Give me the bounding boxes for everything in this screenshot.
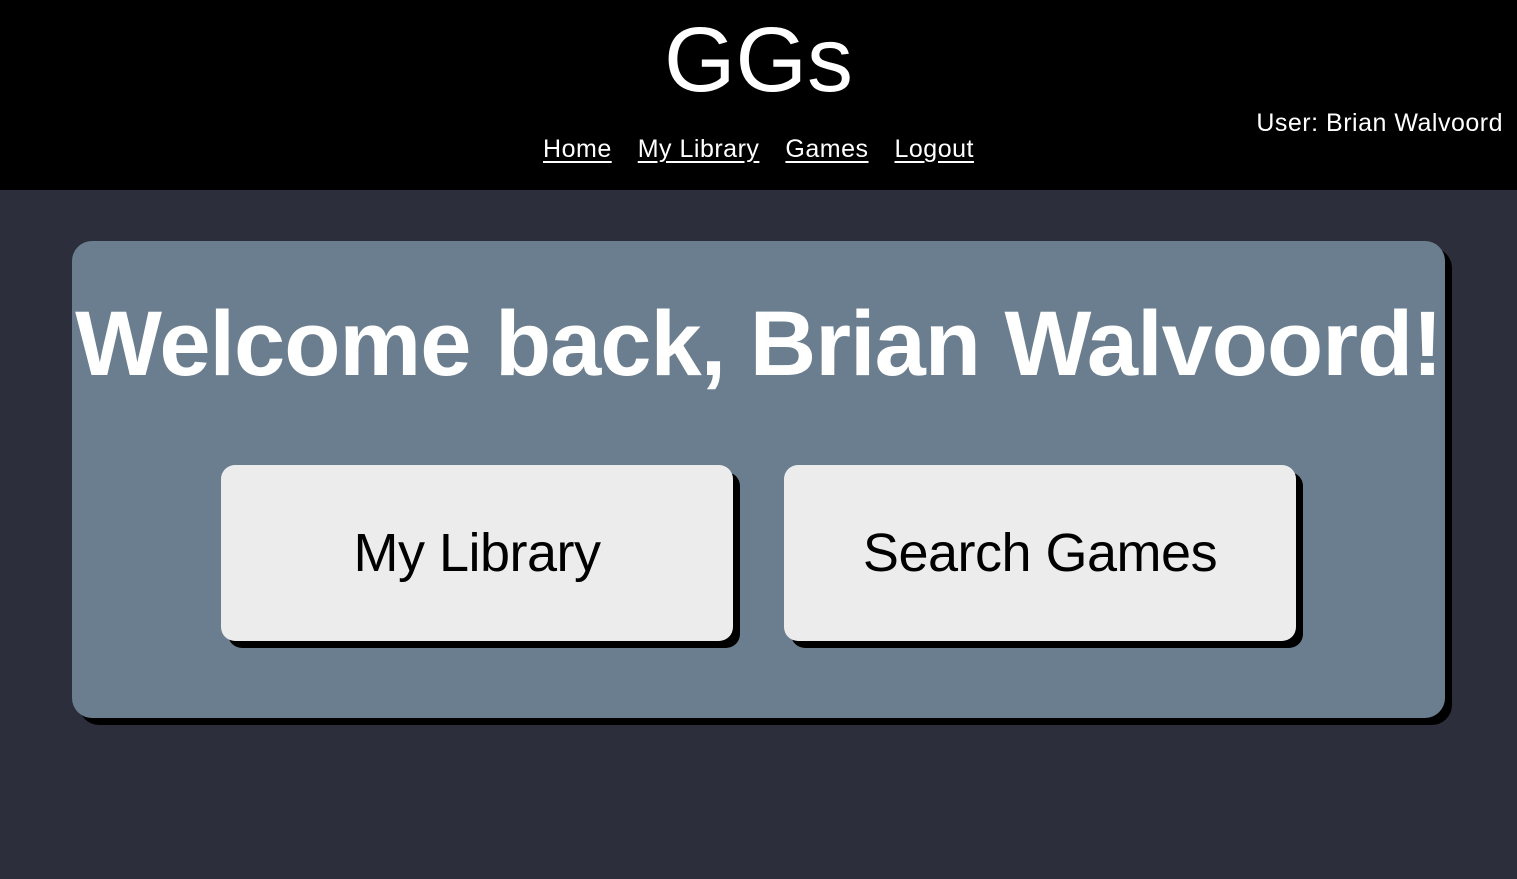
current-user-label: User: Brian Walvoord bbox=[1256, 109, 1503, 137]
nav-link-my-library[interactable]: My Library bbox=[638, 134, 760, 164]
nav-link-logout[interactable]: Logout bbox=[895, 134, 974, 164]
welcome-card: Welcome back, Brian Walvoord! My Library… bbox=[72, 241, 1445, 718]
my-library-button[interactable]: My Library bbox=[221, 465, 733, 641]
nav-link-games[interactable]: Games bbox=[785, 134, 868, 164]
site-title: GGs bbox=[663, 9, 854, 111]
search-games-button[interactable]: Search Games bbox=[784, 465, 1296, 641]
main-nav: Home My Library Games Logout bbox=[0, 134, 1517, 164]
welcome-heading: Welcome back, Brian Walvoord! bbox=[75, 293, 1443, 395]
site-header: GGs Home My Library Games Logout User: B… bbox=[0, 0, 1517, 190]
nav-link-home[interactable]: Home bbox=[543, 134, 612, 164]
